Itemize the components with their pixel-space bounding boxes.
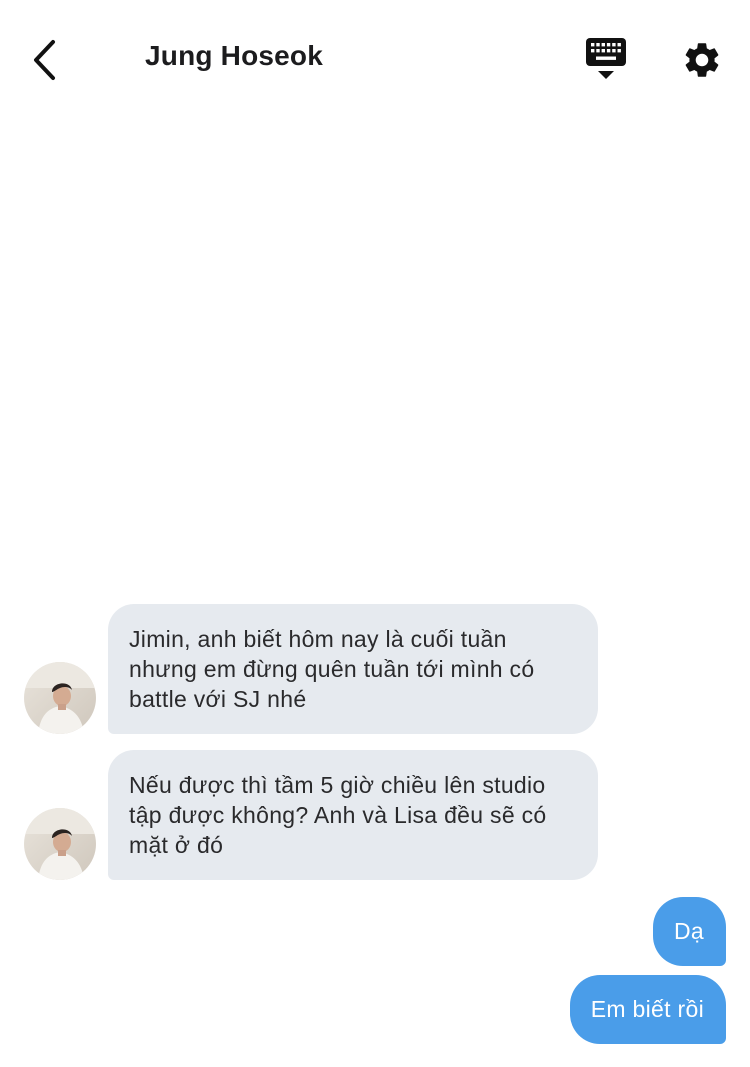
avatar-photo xyxy=(24,808,96,880)
message-bubble-outgoing[interactable]: Dạ xyxy=(652,897,726,966)
contact-name: Jung Hoseok xyxy=(145,40,324,71)
chat-header: Jung Hoseok xyxy=(0,0,750,118)
message-bubble-incoming[interactable]: Nếu được thì tầm 5 giờ chiều lên studio … xyxy=(108,750,598,880)
message-bubble-incoming[interactable]: Jimin, anh biết hôm nay là cuối tuần như… xyxy=(108,604,598,734)
chevron-left-icon xyxy=(34,40,55,80)
avatar-photo xyxy=(24,662,96,734)
settings-button[interactable] xyxy=(678,36,726,84)
gear-icon xyxy=(685,43,719,77)
message-text: Jimin, anh biết hôm nay là cuối tuần như… xyxy=(129,626,535,712)
back-button[interactable] xyxy=(22,34,66,86)
message-bubble-outgoing[interactable]: Em biết rồi xyxy=(569,975,726,1044)
message-text: Em biết rồi xyxy=(590,996,704,1022)
avatar[interactable] xyxy=(24,808,96,880)
avatar[interactable] xyxy=(24,662,96,734)
keyboard-hide-icon xyxy=(586,38,626,79)
message-text: Nếu được thì tầm 5 giờ chiều lên studio … xyxy=(129,772,547,858)
message-text: Dạ xyxy=(673,918,704,944)
keyboard-toggle-button[interactable] xyxy=(580,36,632,84)
